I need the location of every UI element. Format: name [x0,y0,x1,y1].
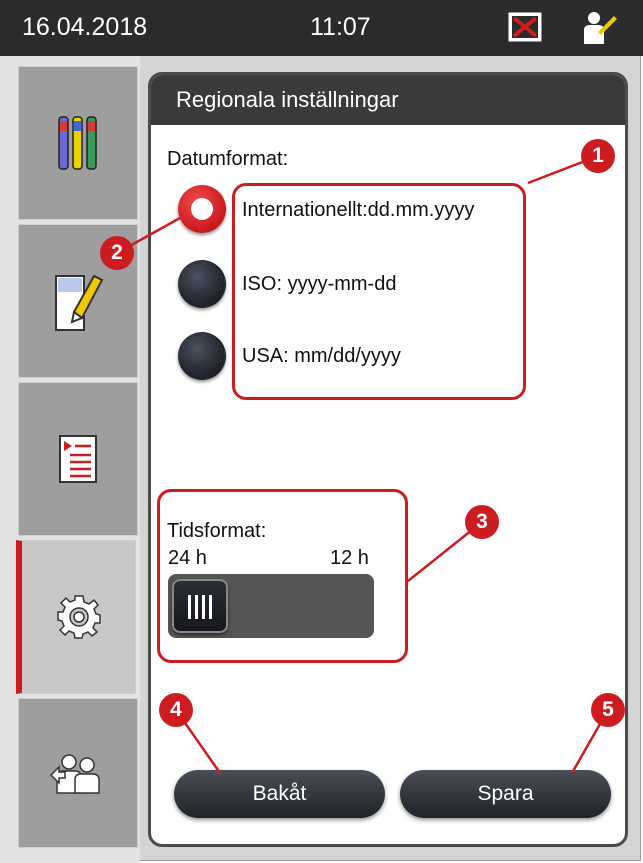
callout-1: 1 [581,139,615,173]
callout-5: 5 [591,693,625,727]
callout-4: 4 [159,693,193,727]
callout-2: 2 [100,236,134,270]
annotation-lines [116,154,610,774]
callout-3: 3 [465,505,499,539]
